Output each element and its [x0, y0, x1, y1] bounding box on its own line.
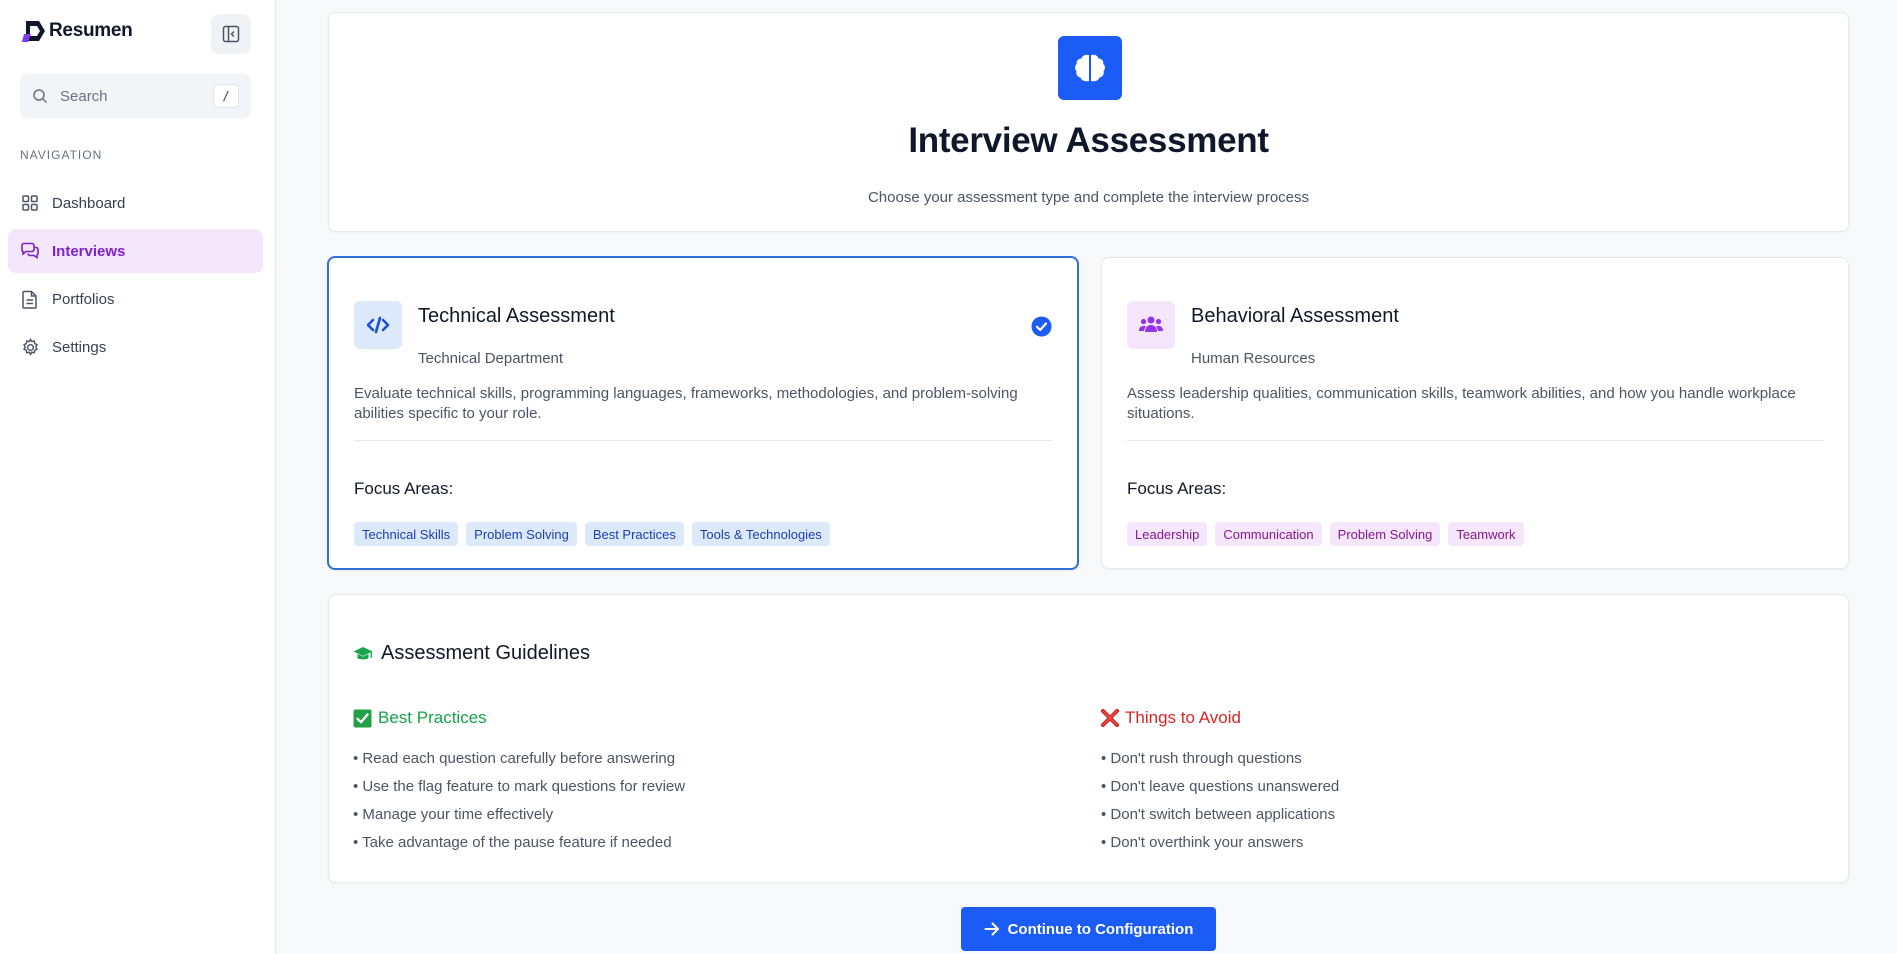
list-item: • Don't overthink your answers: [1101, 834, 1304, 851]
brain-icon: [1058, 36, 1122, 100]
hero-card: Interview Assessment Choose your assessm…: [328, 12, 1849, 232]
list-item: • Use the flag feature to mark questions…: [353, 778, 686, 795]
selected-check-icon: [1031, 316, 1052, 342]
page-title: Interview Assessment: [908, 121, 1269, 160]
focus-tag: Problem Solving: [466, 522, 577, 546]
sidebar-item-label: Settings: [52, 338, 107, 356]
page-subtitle: Choose your assessment type and complete…: [867, 189, 1310, 206]
arrow-right-icon: [984, 922, 999, 936]
focus-tag: Technical Skills: [354, 522, 459, 546]
focus-tags: Leadership Communication Problem Solving…: [1127, 522, 1524, 546]
sidebar-item-interviews[interactable]: Interviews: [8, 229, 263, 273]
divider: [1127, 440, 1823, 441]
code-icon: [354, 301, 402, 349]
document-icon: [20, 289, 40, 309]
continue-to-configuration-button[interactable]: Continue to Configuration: [961, 907, 1216, 951]
search-box[interactable]: Search /: [20, 74, 251, 118]
sidebar-item-label: Interviews: [52, 242, 126, 260]
things-to-avoid-heading: Things to Avoid: [1101, 707, 1339, 729]
gear-icon: [20, 337, 40, 357]
cta-label: Continue to Configuration: [1007, 920, 1194, 938]
technical-assessment-card[interactable]: Technical Assessment Technical Departmen…: [327, 256, 1079, 570]
check-mark-box-icon: [353, 709, 372, 727]
brand-name: Resumen: [49, 20, 133, 41]
focus-tag: Tools & Technologies: [691, 522, 830, 546]
brand[interactable]: Resumen: [20, 18, 133, 44]
sidebar-item-settings[interactable]: Settings: [8, 325, 263, 369]
things-to-avoid-column: Things to Avoid • Don't rush through que…: [1101, 707, 1339, 861]
focus-tag: Teamwork: [1448, 522, 1524, 546]
grid-icon: [20, 193, 40, 213]
things-to-avoid-title: Things to Avoid: [1125, 708, 1241, 727]
cross-mark-icon: [1101, 709, 1119, 727]
assessment-title: Technical Assessment: [418, 305, 615, 327]
list-item: • Manage your time effectively: [353, 806, 554, 823]
chat-icon: [20, 241, 40, 261]
search-icon: [33, 89, 48, 104]
focus-tag: Problem Solving: [1329, 522, 1441, 546]
users-icon: [1127, 301, 1175, 349]
best-practices-title: Best Practices: [378, 708, 487, 727]
focus-areas-label: Focus Areas:: [354, 479, 454, 498]
focus-tag: Leadership: [1127, 522, 1208, 546]
sidebar-toggle-icon: [222, 25, 240, 43]
focus-areas-label: Focus Areas:: [1127, 479, 1227, 498]
sidebar-nav: Dashboard Interviews Portfolios Settings: [8, 181, 263, 373]
focus-tag: Best Practices: [584, 522, 684, 546]
assessment-description: Evaluate technical skills, programming l…: [354, 385, 1018, 422]
list-item: • Don't rush through questions: [1101, 750, 1302, 767]
sidebar-item-label: Portfolios: [52, 290, 115, 308]
sidebar-item-label: Dashboard: [52, 194, 126, 212]
list-item: • Don't leave questions unanswered: [1101, 778, 1340, 795]
sidebar-item-portfolios[interactable]: Portfolios: [8, 277, 263, 321]
graduation-cap-icon: [353, 646, 373, 659]
focus-tag: Communication: [1215, 522, 1322, 546]
best-practices-column: Best Practices • Read each question care…: [353, 707, 685, 861]
guidelines-heading: Assessment Guidelines: [353, 642, 590, 665]
guidelines-title: Assessment Guidelines: [381, 642, 590, 664]
behavioral-assessment-card[interactable]: Behavioral Assessment Human Resources As…: [1101, 257, 1849, 569]
collapse-sidebar-button[interactable]: [211, 14, 251, 54]
guidelines-card: Assessment Guidelines Best Practices • R…: [328, 594, 1849, 883]
logo-icon: [22, 21, 45, 42]
search-shortcut-key: /: [213, 84, 239, 108]
assessment-department: Technical Department: [418, 350, 564, 367]
list-item: • Take advantage of the pause feature if…: [353, 834, 672, 851]
sidebar-item-dashboard[interactable]: Dashboard: [8, 181, 263, 225]
search-input[interactable]: Search: [60, 88, 213, 105]
list-item: • Read each question carefully before an…: [353, 750, 676, 767]
assessment-department: Human Resources: [1191, 350, 1316, 367]
list-item: • Don't switch between applications: [1101, 806, 1336, 823]
best-practices-heading: Best Practices: [353, 707, 685, 729]
nav-section-label: NAVIGATION: [20, 148, 103, 162]
sidebar: Resumen Search / NAVIGATION Dashboard In…: [0, 0, 276, 954]
focus-tags: Technical Skills Problem Solving Best Pr…: [354, 522, 830, 546]
assessment-title: Behavioral Assessment: [1191, 305, 1399, 327]
assessment-description: Assess leadership qualities, communicati…: [1127, 385, 1796, 422]
divider: [354, 440, 1052, 441]
